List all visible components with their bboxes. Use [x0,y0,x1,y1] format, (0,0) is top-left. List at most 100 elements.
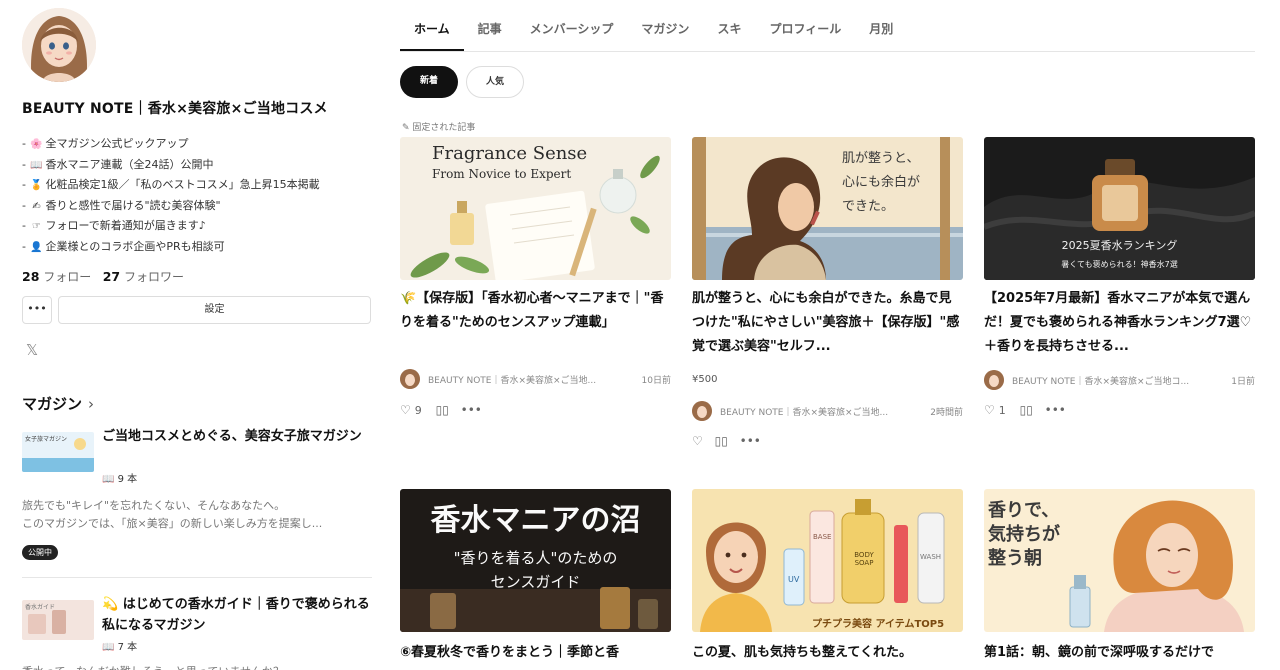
profile-sidebar: BEAUTY NOTE｜香水×美容旅×ご当地コスメ - 🌸 全マガジン公式ピックア… [22,0,372,670]
writing-hand-icon: ✍ [32,200,41,212]
bio-line: - 🏅 化粧品検定1級／「私のベストコスメ」急上昇15本掲載 [22,175,320,196]
magazine-description: 旅先でも"キレイ"を忘れたくない、そんなあなたへ。 [22,499,286,512]
article-meta: BEAUTY NOTE｜香水×美容旅×ご当地... 10日前 [400,367,671,391]
article-title[interactable]: ⑥春夏秋冬で香りをまとう｜季節と香 [400,641,671,665]
more-icon[interactable]: ••• [740,434,761,448]
x-social-icon[interactable]: 𝕏 [26,341,38,359]
article-thumbnail[interactable]: Fragrance Sense From Novice to Expert [400,137,671,280]
article-title[interactable]: この夏、肌も気持ちも整えてくれた。 [692,641,963,665]
article-meta: BEAUTY NOTE｜香水×美容旅×ご当地... 2時間前 [692,399,963,423]
magazine-count: 📖 9 本 [102,474,138,485]
article-title[interactable]: 🌾【保存版】「香水初心者〜マニアまで｜"香りを着る"ためのセンスアップ連載」 [400,287,671,335]
article-thumbnail[interactable]: 2025夏香水ランキング 暑くても褒められる！神香水7選 [984,137,1255,280]
like-count: 9 [414,404,422,417]
article-thumbnail[interactable]: 香水マニアの沼 "香りを着る人"のための センスガイド [400,489,671,632]
article-thumbnail[interactable]: 香りで、 気持ちが 整う朝 [984,489,1255,632]
article-actions: ♡ 9 ▯▯ ••• [400,403,490,423]
status-badge: 公開中 [22,545,58,560]
settings-button[interactable]: 設定 [58,296,371,324]
magazine-add-icon[interactable]: ▯▯ [1020,403,1033,417]
article-title[interactable]: 第1話：朝、鏡の前で深呼吸するだけで [984,641,1255,665]
thumbnail-text: 肌が整うと、 心にも余白が できた。 [842,151,921,214]
article-actions: ♡ ▯▯ ••• [692,434,769,454]
filter-new-button[interactable]: 新着 [400,66,458,98]
bio-line: - ☞ フォローで新着通知が届きます♪ [22,216,320,237]
magazine-title[interactable]: 💫 はじめての香水ガイド｜香りで褒められる私になるマガジン [102,594,372,636]
post-time: 1日前 [1231,377,1255,387]
book-icon: 📖 [30,159,43,171]
author-avatar[interactable] [400,369,420,389]
article-meta: BEAUTY NOTE｜香水×美容旅×ご当地コ... 1日前 [984,368,1255,392]
magazine-title[interactable]: ご当地コスメとめぐる、美容女子旅マガジン [102,426,372,447]
thumbnail-subheading: From Novice to Expert [432,167,572,181]
thumbnail-subheading: センスガイド [490,573,581,591]
heart-icon[interactable]: ♡ [400,403,411,417]
thumbnail-subheading: 暑くても褒められる！神香水7選 [1061,260,1178,269]
magazine-count: 📖 7 本 [102,642,138,653]
article-title[interactable]: 【2025年7月最新】香水マニアが本気で選んだ！夏でも褒められる神香水ランキング… [984,287,1255,359]
bio-line: - ✍ 香りと感性で届ける"読む美容体験" [22,196,320,217]
thumbnail-caption: プチプラ美容 アイテムTOP5 [812,619,945,630]
article-thumbnail[interactable]: 肌が整うと、 心にも余白が できた。 [692,137,963,280]
follow-stats: 28 フォロー 27 フォロワー [22,268,184,285]
heart-icon[interactable]: ♡ [692,434,703,448]
bio-line: - 👤 企業様とのコラボ企画やPRも相談可 [22,237,320,258]
blog-title: BEAUTY NOTE｜香水×美容旅×ご当地コスメ [22,101,328,117]
person-icon: 👤 [30,241,43,253]
tab-monthly[interactable]: 月別 [855,0,907,51]
tab-articles[interactable]: 記事 [464,0,516,51]
following-link[interactable]: 28 フォロー [22,269,91,284]
profile-bio: - 🌸 全マガジン公式ピックアップ - 📖 香水マニア連載（全24話）公開中 - 🏅… [22,134,320,257]
magazine-description: 香水って、なんだか難しそう…と思っていませんか？ [22,662,372,670]
magazine-thumbnail: 女子旅マガジン [22,432,94,472]
thumbnail-heading: Fragrance Sense [432,143,588,164]
flower-icon: 🌸 [30,139,43,150]
article-thumbnail[interactable]: UV BASE BODY SOAP WASH プチプラ美容 アイテムTOP5 [692,489,963,632]
magazine-description: このマガジンでは、「旅×美容」の新しい楽しみ方を提案し... [22,517,323,530]
bottle-label: BASE [813,533,832,541]
heart-icon[interactable]: ♡ [984,403,995,417]
like-count: 1 [998,404,1006,417]
author-name[interactable]: BEAUTY NOTE｜香水×美容旅×ご当地コ... [1012,374,1202,387]
main-content: ホーム 記事 メンバーシップ マガジン スキ プロフィール 月別 新着 人気 ✎… [400,0,1255,670]
article-actions: ♡ 1 ▯▯ ••• [984,403,1074,423]
article-price: ¥500 [692,374,718,385]
thumbnail-text: 香りで、 気持ちが 整う朝 [988,500,1060,569]
post-time: 2時間前 [930,408,963,418]
bottle-label: UV [788,575,800,584]
bio-line: - 📖 香水マニア連載（全24話）公開中 [22,155,320,176]
tab-home[interactable]: ホーム [400,0,464,51]
more-icon[interactable]: ••• [1045,403,1066,417]
bottle-label: BODY SOAP [854,551,874,567]
bottle-label: WASH [920,553,942,561]
post-time: 10日前 [641,376,671,386]
author-avatar[interactable] [692,401,712,421]
magazine-add-icon[interactable]: ▯▯ [715,434,728,448]
more-icon[interactable]: ••• [461,403,482,417]
filter-popular-button[interactable]: 人気 [466,66,524,98]
author-name[interactable]: BEAUTY NOTE｜香水×美容旅×ご当地... [428,373,618,386]
tab-bar: ホーム 記事 メンバーシップ マガジン スキ プロフィール 月別 [400,0,1255,52]
medal-icon: 🏅 [30,180,43,191]
thumbnail-subheading: "香りを着る人"のための [453,549,618,567]
pinned-label: ✎ 固定された記事 [402,123,476,133]
tab-profile[interactable]: プロフィール [755,0,855,51]
divider [22,577,372,578]
pointing-hand-icon: ☞ [31,221,41,232]
chevron-right-icon: › [88,395,95,413]
magazine-add-icon[interactable]: ▯▯ [436,403,449,417]
thumbnail-heading: 2025夏香水ランキング [1061,239,1178,252]
tab-membership[interactable]: メンバーシップ [516,0,628,51]
magazine-thumbnail: 香水ガイド [22,600,94,640]
author-name[interactable]: BEAUTY NOTE｜香水×美容旅×ご当地... [720,405,910,418]
more-button[interactable]: ••• [22,296,52,324]
tab-likes[interactable]: スキ [703,0,755,51]
tab-magazine[interactable]: マガジン [627,0,703,51]
bio-line: - 🌸 全マガジン公式ピックアップ [22,134,320,155]
thumbnail-heading: 香水マニアの沼 [430,503,641,538]
followers-link[interactable]: 27 フォロワー [103,269,184,284]
magazine-heading[interactable]: マガジン › [22,393,94,414]
article-title[interactable]: 肌が整うと、心にも余白ができた。糸島で見つけた"私にやさしい"美容旅＋【保存版】… [692,287,963,359]
avatar[interactable] [22,8,96,82]
author-avatar[interactable] [984,370,1004,390]
